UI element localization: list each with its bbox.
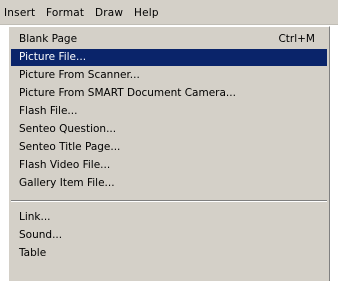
menu-item-label: Link...: [19, 211, 51, 223]
menu-item-picture-from-smart-document-camera[interactable]: Picture From SMART Document Camera...: [11, 85, 327, 102]
menu-bar: Insert Format Draw Help: [0, 0, 338, 25]
menubar-item-draw[interactable]: Draw: [95, 6, 123, 20]
menu-item-label: Flash Video File...: [19, 159, 111, 171]
menu-item-picture-from-scanner[interactable]: Picture From Scanner...: [11, 67, 327, 84]
menu-item-label: Senteo Title Page...: [19, 141, 121, 153]
menu-item-senteo-question[interactable]: Senteo Question...: [11, 121, 327, 138]
menu-item-blank-page[interactable]: Blank Page Ctrl+M: [11, 31, 327, 48]
menu-item-flash-file[interactable]: Flash File...: [11, 103, 327, 120]
menu-item-sound[interactable]: Sound...: [11, 227, 327, 244]
menubar-item-format[interactable]: Format: [46, 6, 84, 20]
menu-item-label: Flash File...: [19, 105, 78, 117]
menu-item-senteo-title-page[interactable]: Senteo Title Page...: [11, 139, 327, 156]
menu-item-gallery-item-file[interactable]: Gallery Item File...: [11, 175, 327, 192]
menu-item-table[interactable]: Table: [11, 245, 327, 262]
menu-item-label: Table: [19, 247, 47, 259]
menu-item-picture-file[interactable]: Picture File...: [11, 49, 327, 66]
menubar-item-help[interactable]: Help: [134, 6, 159, 20]
menu-item-label: Senteo Question...: [19, 123, 117, 135]
menu-item-label: Picture From SMART Document Camera...: [19, 87, 236, 99]
menu-item-label: Gallery Item File...: [19, 177, 115, 189]
menu-item-label: Picture File...: [19, 51, 87, 63]
menubar-item-insert[interactable]: Insert: [4, 6, 35, 20]
menu-item-label: Sound...: [19, 229, 63, 241]
insert-menu-dropdown: Blank Page Ctrl+M Picture File... Pictur…: [8, 26, 330, 281]
menu-item-label: Blank Page: [19, 33, 78, 45]
menu-item-flash-video-file[interactable]: Flash Video File...: [11, 157, 327, 174]
menu-separator: [11, 200, 327, 202]
menu-item-link[interactable]: Link...: [11, 209, 327, 226]
menu-item-label: Picture From Scanner...: [19, 69, 140, 81]
menu-item-shortcut: Ctrl+M: [278, 33, 315, 45]
